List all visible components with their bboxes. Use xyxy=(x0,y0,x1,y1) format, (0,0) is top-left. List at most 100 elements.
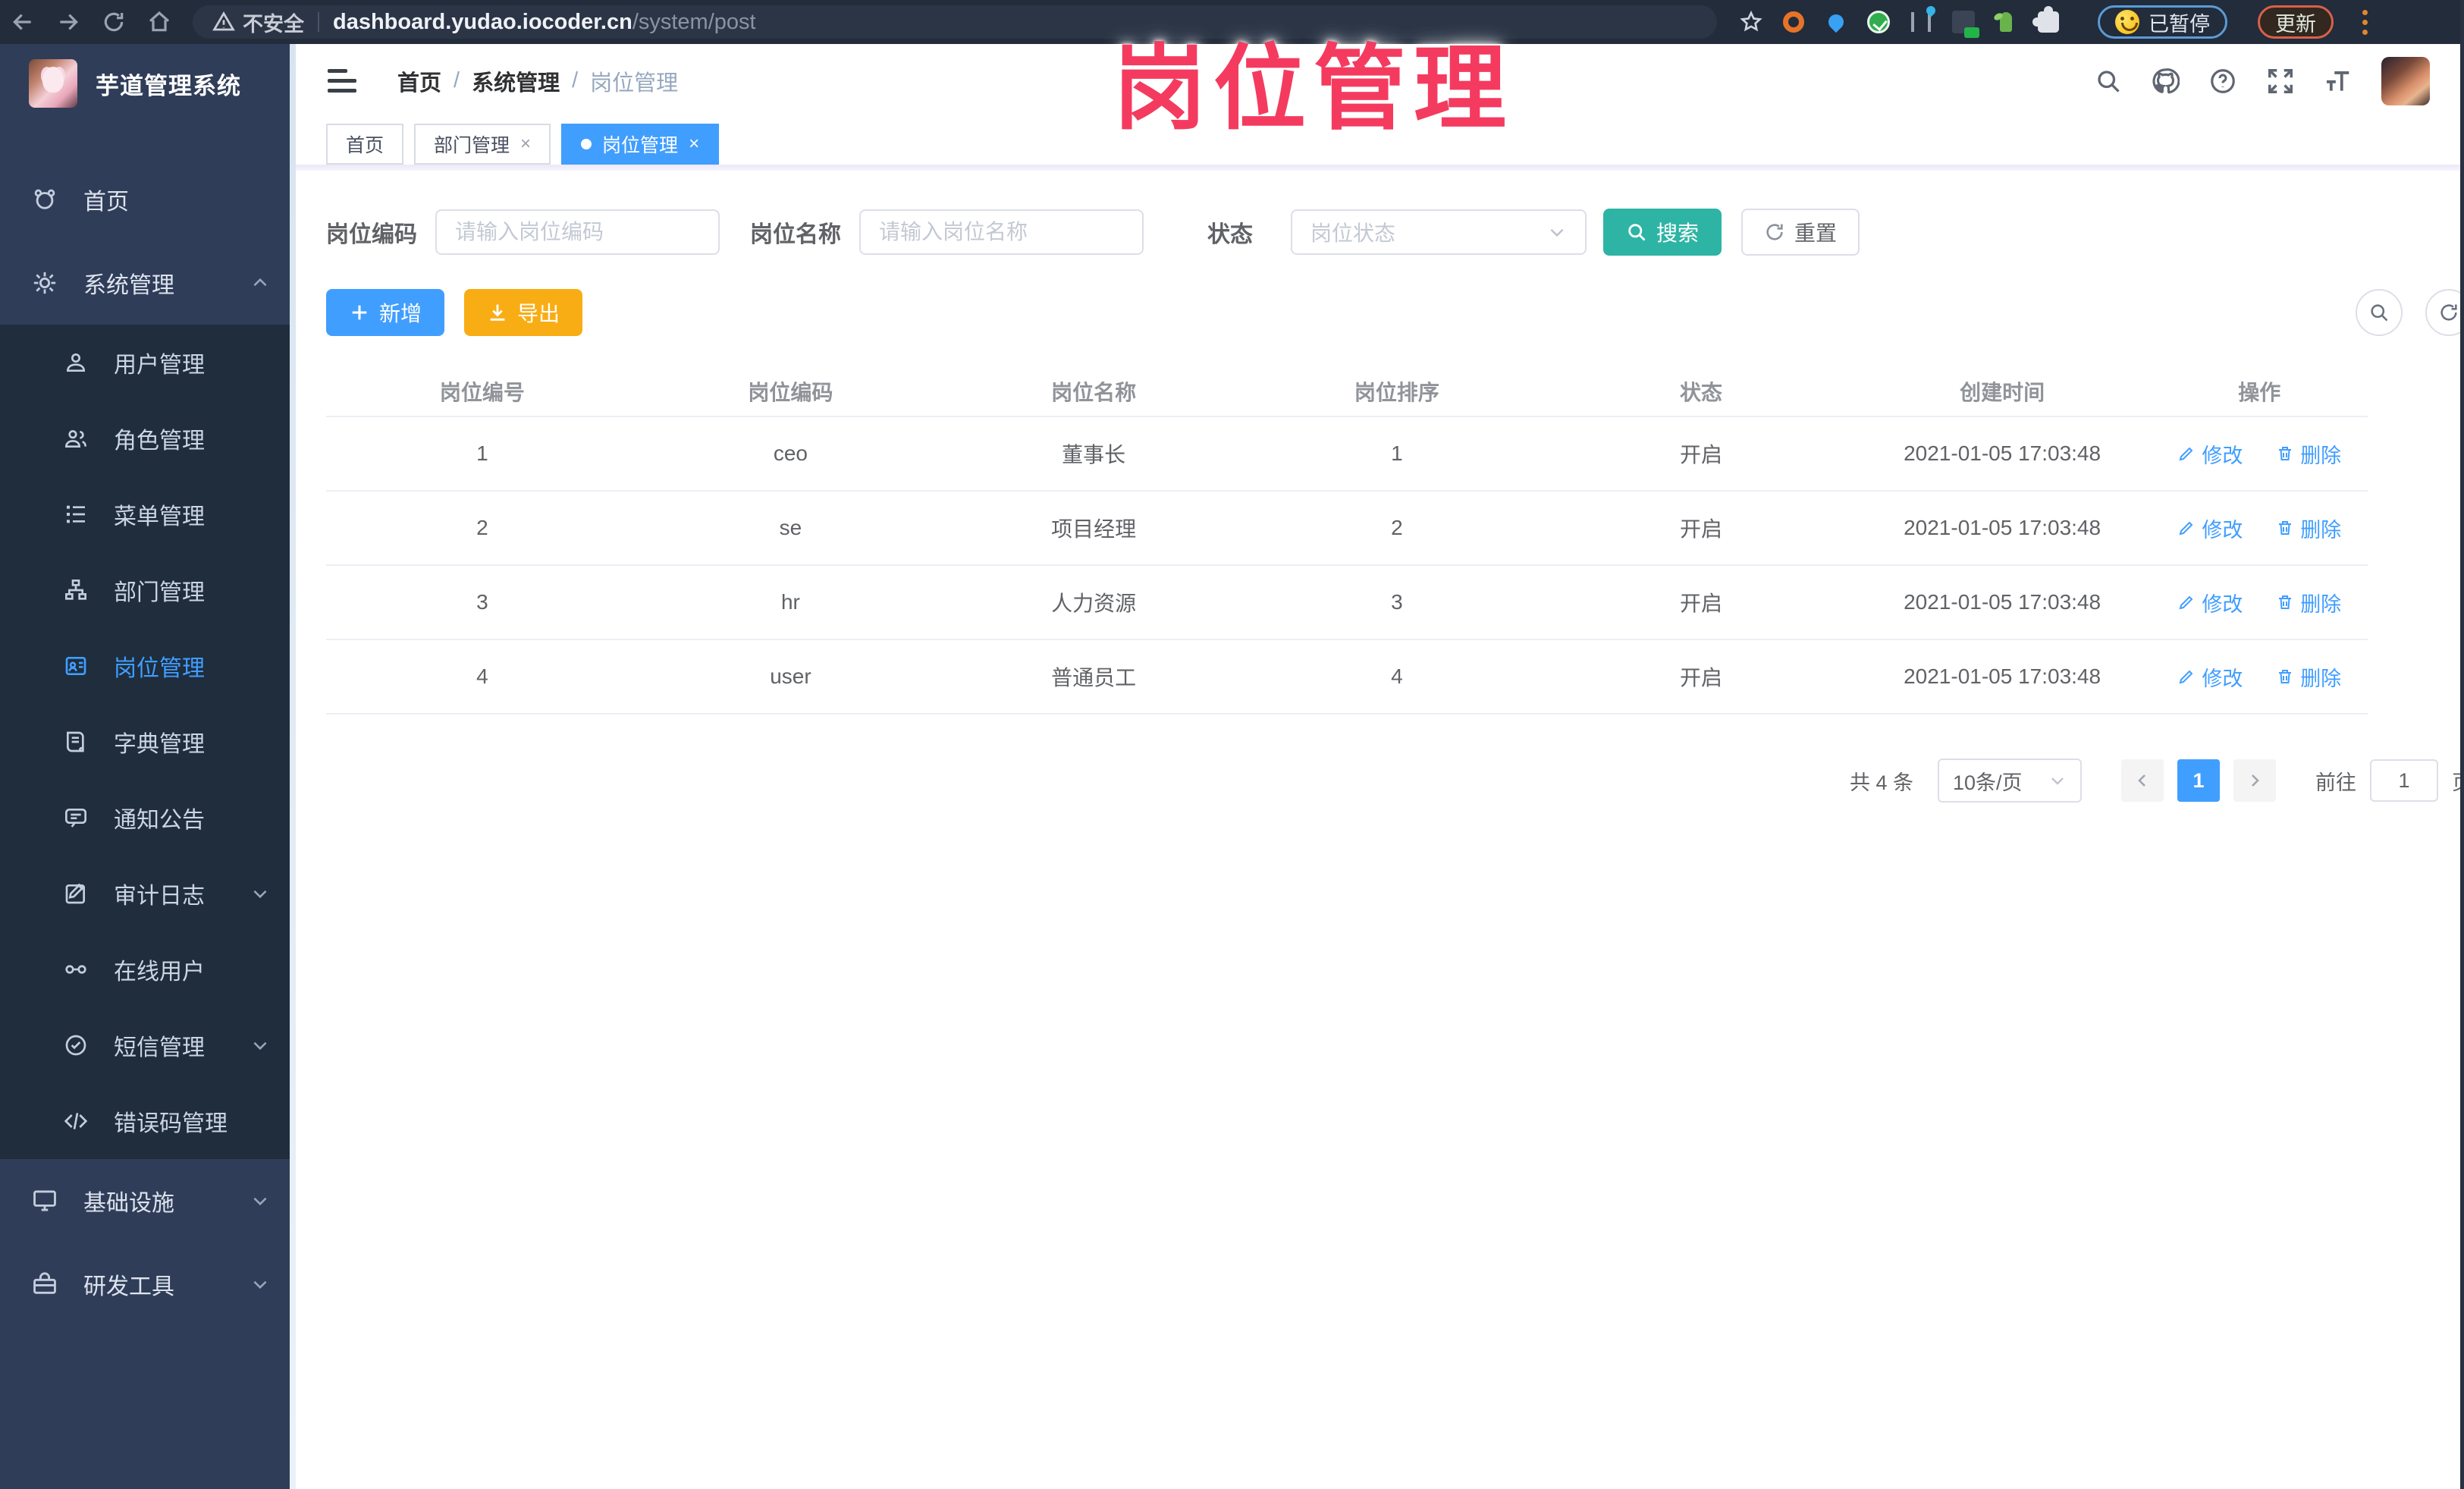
post-code-input[interactable] xyxy=(435,209,720,255)
fullscreen-icon[interactable] xyxy=(2266,67,2295,96)
chevron-right-icon xyxy=(2252,774,2259,787)
page-number-1[interactable]: 1 xyxy=(2177,759,2220,802)
close-icon[interactable]: × xyxy=(520,135,531,153)
cell-actions: 修改 删除 xyxy=(2151,639,2368,715)
sidebar-item-roles[interactable]: 角色管理 xyxy=(0,401,296,476)
sidebar-item-online-users[interactable]: 在线用户 xyxy=(0,931,296,1007)
post-name-input[interactable] xyxy=(859,209,1144,255)
github-icon[interactable] xyxy=(2151,67,2180,96)
toggle-search-button[interactable] xyxy=(2356,289,2403,336)
shield-check-icon xyxy=(64,1033,88,1057)
post-code-label: 岗位编码 xyxy=(326,222,417,247)
sidebar-item-dict[interactable]: 字典管理 xyxy=(0,704,296,780)
pagination-total: 共 4 条 xyxy=(1849,771,1913,794)
browser-reload-icon[interactable] xyxy=(91,10,137,34)
cell-name: 普通员工 xyxy=(942,639,1245,715)
tab-posts[interactable]: 岗位管理 × xyxy=(561,124,720,165)
sidebar-item-dev-tools[interactable]: 研发工具 xyxy=(0,1242,296,1326)
extension-gif-icon[interactable] xyxy=(1951,9,1979,38)
sidebar-item-home[interactable]: 首页 xyxy=(0,158,296,241)
search-button[interactable]: 搜索 xyxy=(1603,209,1722,256)
close-icon[interactable]: × xyxy=(689,135,699,153)
delete-link[interactable]: 删除 xyxy=(2276,662,2341,692)
bookmark-star-icon[interactable] xyxy=(1738,9,1764,35)
reset-button[interactable]: 重置 xyxy=(1741,209,1860,256)
cell-sort: 2 xyxy=(1245,490,1549,565)
sidebar-item-label: 首页 xyxy=(83,190,129,215)
cell-id: 4 xyxy=(326,639,639,715)
breadcrumb-system[interactable]: 系统管理 xyxy=(472,65,560,97)
help-icon[interactable] xyxy=(2208,67,2237,96)
cell-name: 人力资源 xyxy=(942,564,1245,639)
font-size-icon[interactable] xyxy=(2324,67,2353,96)
sidebar-item-system[interactable]: 系统管理 xyxy=(0,241,296,325)
download-icon xyxy=(490,304,505,321)
sidebar-item-infrastructure[interactable]: 基础设施 xyxy=(0,1159,296,1242)
delete-link[interactable]: 删除 xyxy=(2276,439,2341,469)
sidebar-item-label: 短信管理 xyxy=(114,1035,205,1060)
breadcrumb-current: 岗位管理 xyxy=(590,71,679,96)
cell-status: 开启 xyxy=(1549,490,1853,565)
collapse-sidebar-icon[interactable] xyxy=(322,63,363,99)
sidebar-item-posts[interactable]: 岗位管理 xyxy=(0,628,296,704)
sidebar-item-label: 基础设施 xyxy=(83,1191,174,1216)
goto-page-input[interactable] xyxy=(2370,759,2438,802)
add-button[interactable]: 新增 xyxy=(326,289,445,336)
edit-link[interactable]: 修改 xyxy=(2177,514,2243,543)
security-indicator[interactable]: 不安全 xyxy=(212,8,304,37)
posts-table: 岗位编号 岗位编码 岗位名称 岗位排序 状态 创建时间 操作 1 ceo 董事长… xyxy=(326,366,2368,715)
list-icon xyxy=(64,502,88,526)
sidebar-item-menus[interactable]: 菜单管理 xyxy=(0,476,296,552)
update-button[interactable]: 更新 xyxy=(2258,5,2334,39)
edit-link[interactable]: 修改 xyxy=(2177,588,2243,617)
sidebar-item-users[interactable]: 用户管理 xyxy=(0,325,296,401)
refresh-table-button[interactable] xyxy=(2425,289,2464,336)
browser-home-icon[interactable] xyxy=(137,10,182,34)
sidebar-item-notice[interactable]: 通知公告 xyxy=(0,780,296,856)
breadcrumb-home[interactable]: 首页 xyxy=(397,65,441,97)
page-size-select[interactable]: 10条/页 xyxy=(1938,759,2082,803)
sidebar-item-error-codes[interactable]: 错误码管理 xyxy=(0,1083,296,1159)
sidebar-item-audit-log[interactable]: 审计日志 xyxy=(0,856,296,931)
address-divider xyxy=(318,12,319,32)
tab-departments[interactable]: 部门管理 × xyxy=(414,124,551,165)
sidebar-scrollbar[interactable] xyxy=(290,44,296,1489)
chevron-down-icon xyxy=(250,1035,270,1055)
extension-check-icon[interactable] xyxy=(1866,9,1891,35)
app-title: 芋道管理系统 xyxy=(96,72,241,99)
prev-page-button[interactable] xyxy=(2121,759,2164,802)
delete-link[interactable]: 删除 xyxy=(2276,514,2341,543)
url-path: /system/post xyxy=(632,9,756,34)
status-label: 状态 xyxy=(1207,222,1253,247)
browser-menu-icon[interactable] xyxy=(2362,9,2368,35)
extension-plant-icon[interactable] xyxy=(1993,9,2019,35)
next-page-button[interactable] xyxy=(2233,759,2276,802)
sidebar-item-label: 菜单管理 xyxy=(114,504,205,529)
browser-back-icon[interactable] xyxy=(0,10,46,34)
col-created: 创建时间 xyxy=(1960,380,2045,404)
app-logo-row[interactable]: 芋道管理系统 xyxy=(0,44,296,123)
avatar[interactable] xyxy=(2381,56,2430,105)
org-tree-icon xyxy=(64,578,88,602)
extension-sliders-icon[interactable] xyxy=(1908,9,1934,35)
table-row: 1 ceo 董事长 1 开启 2021-01-05 17:03:48 修改 删除 xyxy=(326,416,2368,491)
sidebar-item-sms[interactable]: 短信管理 xyxy=(0,1007,296,1083)
export-button[interactable]: 导出 xyxy=(464,289,583,336)
status-select[interactable]: 岗位状态 xyxy=(1291,209,1587,255)
sidebar-item-departments[interactable]: 部门管理 xyxy=(0,552,296,628)
extensions-puzzle-icon[interactable] xyxy=(2032,6,2061,35)
sidebar-item-label: 用户管理 xyxy=(114,353,205,378)
extension-pin-icon[interactable] xyxy=(1823,9,1849,35)
chevron-down-icon xyxy=(250,884,270,903)
browser-forward-icon[interactable] xyxy=(46,10,91,34)
paused-badge[interactable]: 已暂停 xyxy=(2098,5,2227,39)
search-icon[interactable] xyxy=(2095,68,2122,95)
tab-home[interactable]: 首页 xyxy=(326,124,404,165)
chevron-down-icon xyxy=(250,1191,270,1211)
sidebar-item-label: 岗位管理 xyxy=(114,656,205,681)
cell-name: 项目经理 xyxy=(942,490,1245,565)
edit-link[interactable]: 修改 xyxy=(2177,439,2243,469)
delete-link[interactable]: 删除 xyxy=(2276,588,2341,617)
edit-link[interactable]: 修改 xyxy=(2177,662,2243,692)
extension-orange-icon[interactable] xyxy=(1781,9,1806,35)
